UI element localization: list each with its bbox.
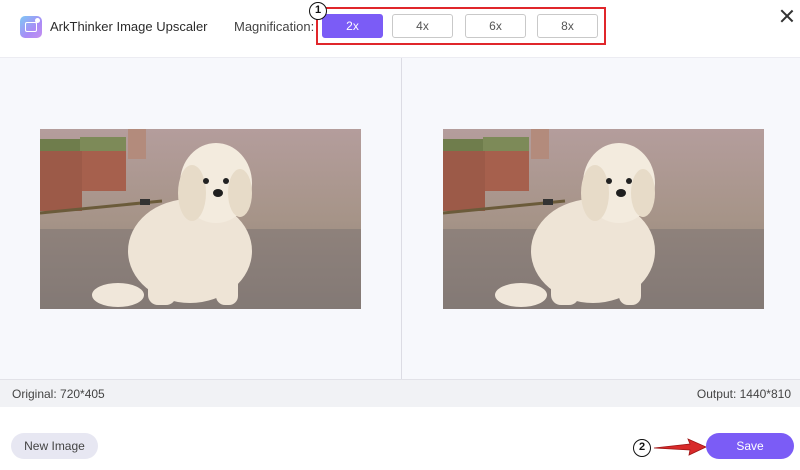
magnification-6x-button[interactable]: 6x xyxy=(465,14,526,38)
close-icon[interactable] xyxy=(778,7,796,25)
magnification-8x-button[interactable]: 8x xyxy=(537,14,598,38)
red-arrow-icon xyxy=(653,438,707,456)
preview-divider xyxy=(401,58,402,380)
new-image-button[interactable]: New Image xyxy=(11,433,98,459)
original-resolution-label: Original: 720*405 xyxy=(12,387,105,401)
magnification-label: Magnification: xyxy=(234,19,315,34)
resolution-info-bar: Original: 720*405 Output: 1440*810 xyxy=(0,379,800,407)
app-header: ArkThinker Image Upscaler Magnification:… xyxy=(0,0,800,56)
original-image-preview xyxy=(40,129,361,309)
preview-area xyxy=(0,57,800,380)
magnification-4x-button[interactable]: 4x xyxy=(392,14,453,38)
output-resolution-label: Output: 1440*810 xyxy=(696,387,791,401)
save-button[interactable]: Save xyxy=(706,433,794,459)
image-upscaler-logo-icon xyxy=(20,16,42,38)
output-image-preview xyxy=(443,129,764,309)
magnification-2x-button[interactable]: 2x xyxy=(322,14,383,38)
step-1-badge: 1 xyxy=(309,2,327,20)
step-2-badge: 2 xyxy=(633,439,651,457)
app-title: ArkThinker Image Upscaler xyxy=(50,19,208,34)
